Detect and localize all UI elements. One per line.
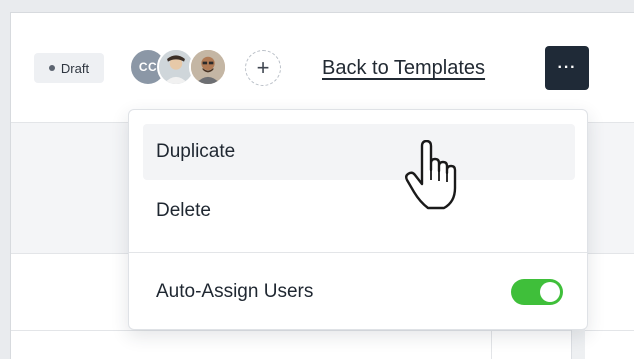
- avatar-photo[interactable]: [189, 48, 227, 86]
- more-options-button[interactable]: ···: [545, 46, 589, 90]
- status-badge-label: Draft: [60, 60, 90, 76]
- avatar-initials-label: CC: [138, 60, 158, 74]
- page-header: Draft CC + Back to Templates ···: [11, 13, 634, 123]
- auto-assign-users-row: Auto-Assign Users: [143, 266, 575, 318]
- auto-assign-users-label: Auto-Assign Users: [156, 281, 314, 302]
- status-dot-icon: [48, 65, 55, 71]
- auto-assign-users-toggle[interactable]: [511, 279, 563, 305]
- back-to-templates-link[interactable]: Back to Templates: [322, 57, 485, 80]
- table-row-divider: [11, 330, 634, 331]
- menu-item-label: Delete: [156, 200, 211, 221]
- menu-item-delete[interactable]: Delete: [143, 183, 575, 239]
- menu-item-label: Duplicate: [156, 141, 236, 162]
- add-user-button[interactable]: +: [245, 50, 281, 86]
- status-badge: Draft: [34, 53, 104, 83]
- toggle-knob: [540, 282, 560, 302]
- plus-icon: +: [256, 55, 270, 80]
- more-options-menu: Duplicate Delete Auto-Assign Users: [128, 109, 588, 330]
- table-column-divider: [491, 330, 492, 359]
- menu-item-duplicate[interactable]: Duplicate: [143, 124, 575, 180]
- menu-divider: [129, 252, 587, 253]
- user-photo-icon: [159, 50, 193, 84]
- ellipsis-icon: ···: [557, 59, 577, 76]
- user-photo-icon: [191, 50, 225, 84]
